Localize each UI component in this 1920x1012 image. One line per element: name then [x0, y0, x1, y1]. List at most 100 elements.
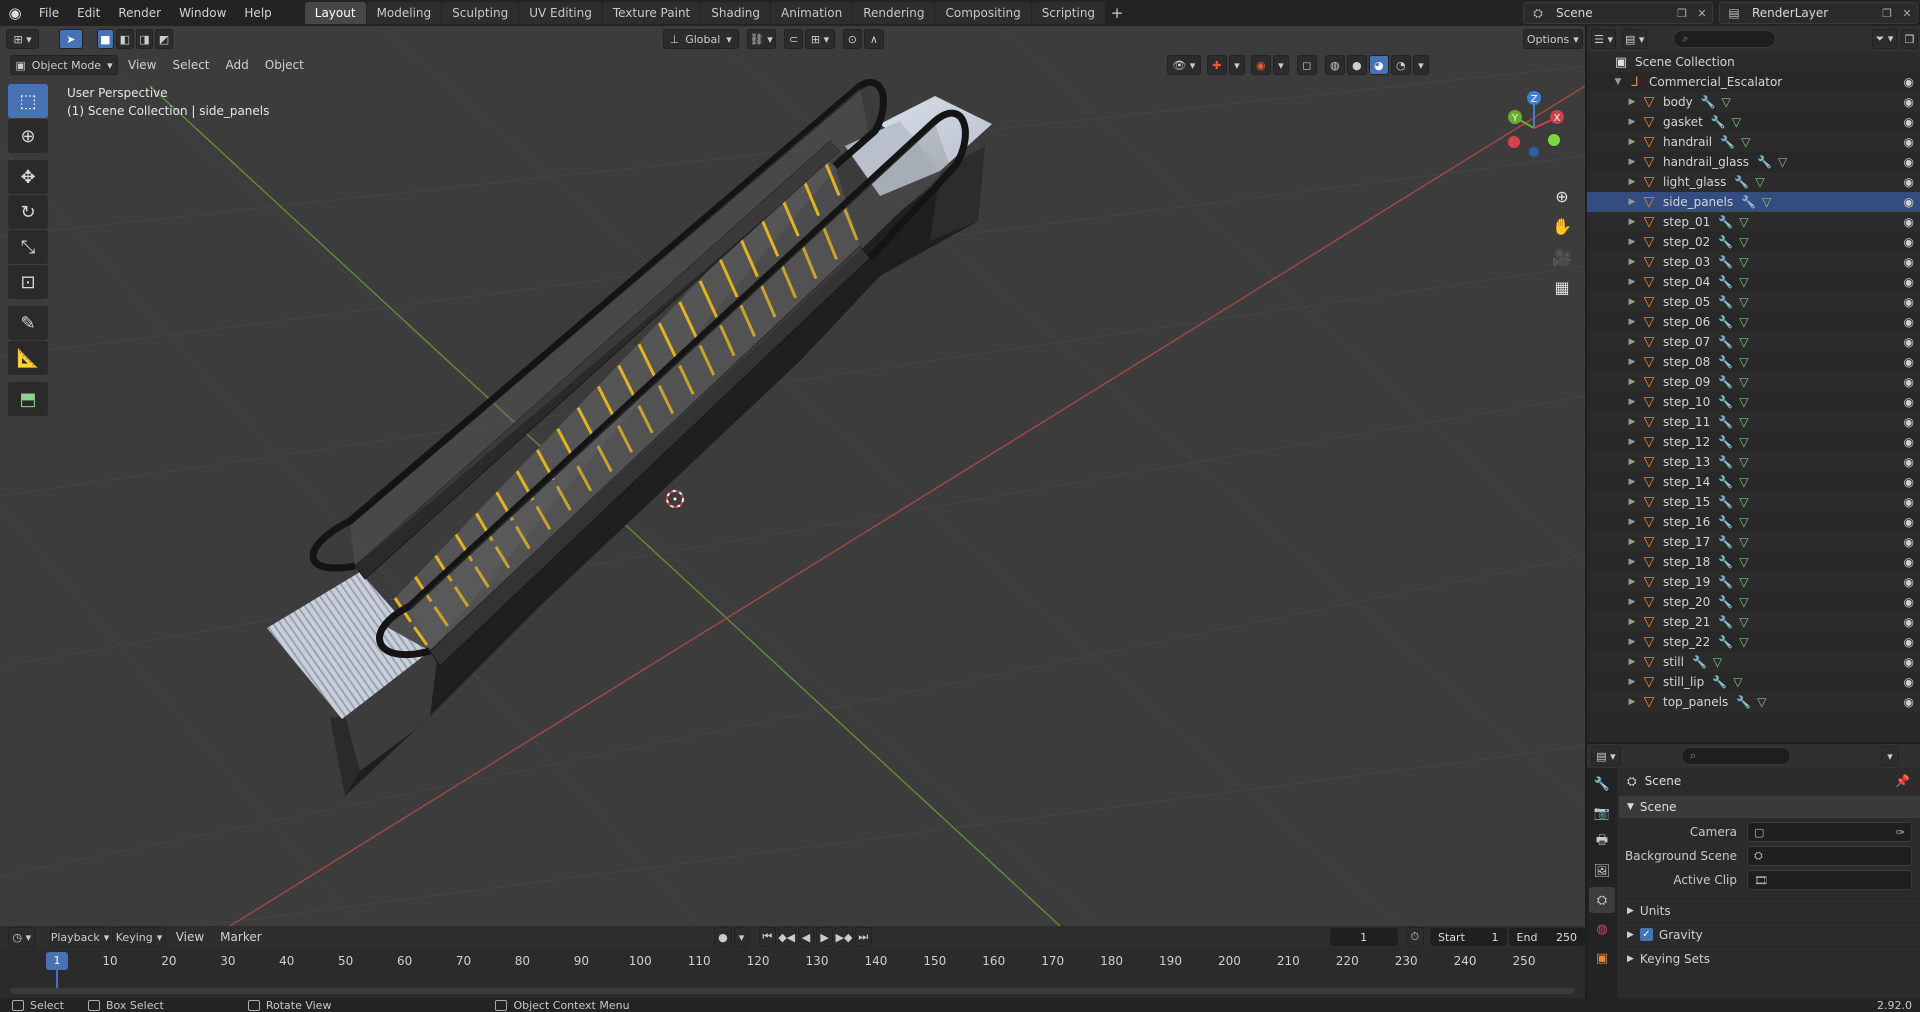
mesh-data-icon[interactable]: ▽: [1739, 495, 1748, 509]
modifier-wrench-icon[interactable]: 🔧: [1734, 175, 1749, 189]
outliner-object-row[interactable]: ▶ ▽ step_15 🔧 ▽ ◉: [1587, 492, 1920, 512]
outliner-object-row[interactable]: ▶ ▽ light_glass 🔧 ▽ ◉: [1587, 172, 1920, 192]
eye-icon[interactable]: ◉: [1904, 495, 1914, 509]
outliner-object-row[interactable]: ▶ ▽ step_16 🔧 ▽ ◉: [1587, 512, 1920, 532]
tab-scene[interactable]: ⛭: [1589, 887, 1615, 913]
eye-icon[interactable]: ◉: [1904, 95, 1914, 109]
mesh-data-icon[interactable]: ▽: [1739, 375, 1748, 389]
3d-viewport[interactable]: ⊞ ▾ ➤ ■ ◧ ◨ ◩ ⊥ Global ▾ ⛓ ▾ ⊂ ⊞ ▾ ⊙ ∧ O…: [0, 26, 1585, 926]
outliner-object-row[interactable]: ▶ ▽ step_03 🔧 ▽ ◉: [1587, 252, 1920, 272]
expand-arrow-icon[interactable]: ▶: [1625, 557, 1639, 567]
outliner-search-input[interactable]: ⌕: [1673, 30, 1776, 48]
outliner-object-row[interactable]: ▶ ▽ top_panels 🔧 ▽ ◉: [1587, 692, 1920, 712]
outliner-object-row[interactable]: ▶ ▽ body 🔧 ▽ ◉: [1587, 92, 1920, 112]
keying-sets-panel-header[interactable]: ▶ Keying Sets: [1619, 946, 1920, 970]
expand-arrow-icon[interactable]: ▶: [1625, 517, 1639, 527]
mode-subtract-button[interactable]: ◨: [135, 29, 154, 49]
tab-world[interactable]: ◍: [1589, 916, 1615, 942]
mesh-data-icon[interactable]: ▽: [1762, 195, 1771, 209]
modifier-wrench-icon[interactable]: 🔧: [1736, 695, 1751, 709]
outliner-object-row[interactable]: ▶ ▽ still_lip 🔧 ▽ ◉: [1587, 672, 1920, 692]
modifier-wrench-icon[interactable]: 🔧: [1718, 355, 1733, 369]
modifier-wrench-icon[interactable]: 🔧: [1718, 475, 1733, 489]
mesh-data-icon[interactable]: ▽: [1739, 235, 1748, 249]
tab-animation[interactable]: Animation: [771, 2, 853, 24]
expand-arrow-icon[interactable]: ▶: [1625, 137, 1639, 147]
modifier-wrench-icon[interactable]: 🔧: [1718, 315, 1733, 329]
annotate-tool[interactable]: ✎: [8, 306, 48, 340]
tab-shading[interactable]: Shading: [701, 2, 770, 24]
overlays-toggle[interactable]: ◉: [1250, 55, 1271, 75]
zoom-button[interactable]: ⊕: [1547, 181, 1577, 211]
pivot-point-button[interactable]: ⛓ ▾: [746, 29, 776, 49]
modifier-wrench-icon[interactable]: 🔧: [1718, 375, 1733, 389]
tab-tool[interactable]: 🔧: [1589, 771, 1615, 797]
mesh-data-icon[interactable]: ▽: [1739, 215, 1748, 229]
eye-icon[interactable]: ◉: [1904, 235, 1914, 249]
playhead-line[interactable]: [56, 970, 58, 988]
mesh-data-icon[interactable]: ▽: [1739, 575, 1748, 589]
expand-arrow-icon[interactable]: ▶: [1625, 357, 1639, 367]
escalator-scene[interactable]: [0, 26, 1585, 926]
expand-arrow-icon[interactable]: ▶: [1625, 157, 1639, 167]
menu-help[interactable]: Help: [235, 0, 280, 26]
mesh-data-icon[interactable]: ▽: [1739, 615, 1748, 629]
tab-layout[interactable]: Layout: [304, 2, 366, 24]
eye-icon[interactable]: ◉: [1904, 195, 1914, 209]
eye-icon[interactable]: ◉: [1904, 635, 1914, 649]
modifier-wrench-icon[interactable]: 🔧: [1718, 275, 1733, 289]
blender-logo-icon[interactable]: ◉: [0, 0, 30, 26]
solid-shading-button[interactable]: ●: [1346, 55, 1367, 75]
eye-icon[interactable]: ◉: [1904, 335, 1914, 349]
expand-arrow-icon[interactable]: ▶: [1625, 497, 1639, 507]
outliner-object-row[interactable]: ▶ ▽ step_08 🔧 ▽ ◉: [1587, 352, 1920, 372]
expand-arrow-icon[interactable]: ▶: [1625, 657, 1639, 667]
modifier-wrench-icon[interactable]: 🔧: [1718, 535, 1733, 549]
outliner-editor-type[interactable]: ☰ ▾: [1591, 29, 1617, 49]
tab-uv-editing[interactable]: UV Editing: [519, 2, 602, 24]
scene-selector[interactable]: ⛭ Scene ❐ ✕: [1523, 2, 1713, 24]
eye-icon[interactable]: ◉: [1904, 695, 1914, 709]
eye-icon[interactable]: ◉: [1904, 115, 1914, 129]
menu-object[interactable]: Object: [257, 58, 312, 72]
menu-select[interactable]: Select: [164, 58, 217, 72]
mesh-data-icon[interactable]: ▽: [1739, 415, 1748, 429]
outliner-object-row[interactable]: ▶ ▽ step_22 🔧 ▽ ◉: [1587, 632, 1920, 652]
expand-arrow-icon[interactable]: ▶: [1625, 537, 1639, 547]
mesh-data-icon[interactable]: ▽: [1741, 135, 1750, 149]
eye-icon[interactable]: ◉: [1904, 675, 1914, 689]
mesh-data-icon[interactable]: ▽: [1713, 655, 1722, 669]
modifier-wrench-icon[interactable]: 🔧: [1718, 235, 1733, 249]
mesh-data-icon[interactable]: ▽: [1778, 155, 1787, 169]
mesh-data-icon[interactable]: ▽: [1739, 355, 1748, 369]
eye-icon[interactable]: ◉: [1904, 595, 1914, 609]
playhead-frame-indicator[interactable]: 1: [46, 952, 68, 970]
tab-scripting[interactable]: Scripting: [1031, 2, 1106, 24]
measure-tool[interactable]: 📐: [8, 341, 48, 375]
gizmo-dropdown[interactable]: ▾: [1228, 55, 1245, 75]
expand-arrow-icon[interactable]: ▼: [1611, 77, 1625, 87]
mesh-data-icon[interactable]: ▽: [1739, 395, 1748, 409]
outliner-object-row[interactable]: ▶ ▽ step_14 🔧 ▽ ◉: [1587, 472, 1920, 492]
mesh-data-icon[interactable]: ▽: [1739, 435, 1748, 449]
outliner-object-row[interactable]: ▶ ▽ step_13 🔧 ▽ ◉: [1587, 452, 1920, 472]
menu-file[interactable]: File: [30, 0, 68, 26]
eye-icon[interactable]: ◉: [1904, 135, 1914, 149]
mesh-data-icon[interactable]: ▽: [1739, 295, 1748, 309]
collection-row[interactable]: ▼ ⅃ Commercial_Escalator ◉: [1587, 72, 1920, 92]
mesh-data-icon[interactable]: ▽: [1739, 595, 1748, 609]
outliner-object-row[interactable]: ▶ ▽ handrail 🔧 ▽ ◉: [1587, 132, 1920, 152]
expand-arrow-icon[interactable]: ▶: [1625, 117, 1639, 127]
expand-arrow-icon[interactable]: ▶: [1625, 677, 1639, 687]
properties-options-button[interactable]: ▾: [1881, 746, 1899, 766]
modifier-wrench-icon[interactable]: 🔧: [1718, 415, 1733, 429]
tab-render[interactable]: 📷: [1589, 800, 1615, 826]
camera-view-button[interactable]: 🎥: [1547, 242, 1577, 272]
options-dropdown[interactable]: Options ▾: [1522, 29, 1583, 49]
modifier-wrench-icon[interactable]: 🔧: [1692, 655, 1707, 669]
modifier-wrench-icon[interactable]: 🔧: [1718, 575, 1733, 589]
expand-arrow-icon[interactable]: ▶: [1625, 437, 1639, 447]
tab-view-layer[interactable]: 🖼: [1589, 858, 1615, 884]
mesh-data-icon[interactable]: ▽: [1739, 455, 1748, 469]
modifier-wrench-icon[interactable]: 🔧: [1718, 555, 1733, 569]
